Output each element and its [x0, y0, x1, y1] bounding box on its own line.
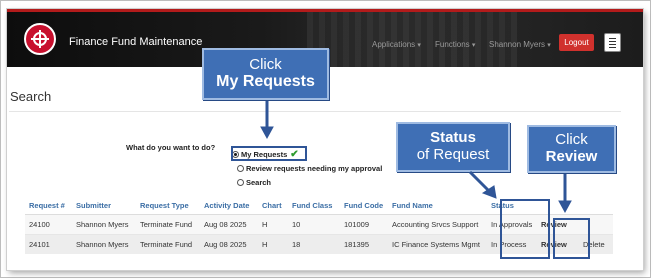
arrow-diagonal-icon: [468, 170, 491, 193]
annotation-arrows: [260, 101, 572, 214]
arrow-head-icon: [558, 200, 572, 214]
arrow-head-icon: [260, 126, 274, 140]
